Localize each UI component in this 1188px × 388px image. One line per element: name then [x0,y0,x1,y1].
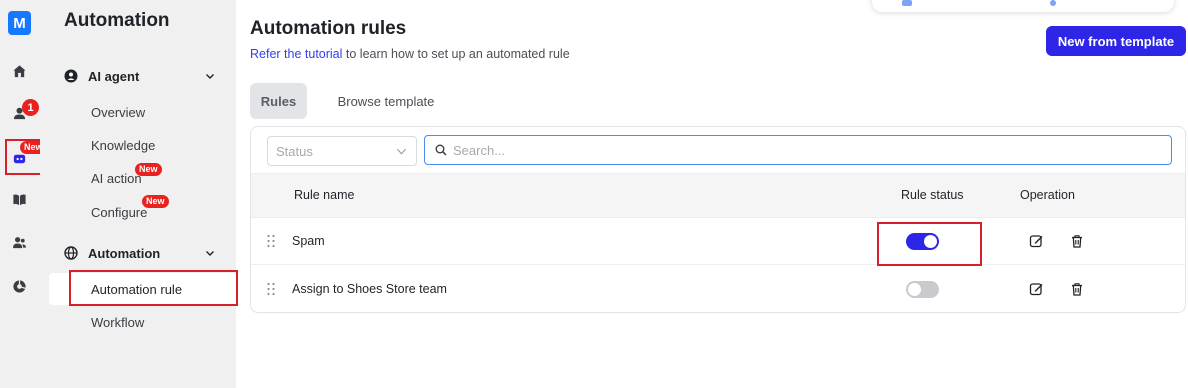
tutorial-link[interactable]: Refer the tutorial [250,47,342,61]
toolbar-icon [902,0,912,6]
table-header: Rule name Rule status Operation [251,173,1185,218]
drag-handle-icon[interactable] [266,234,276,248]
chevron-down-icon [206,74,214,79]
agent-icon [64,69,78,83]
globe-icon [64,246,78,260]
search-box[interactable] [424,135,1172,165]
drag-handle-icon[interactable] [266,282,276,296]
app-logo[interactable]: M [8,11,31,35]
nav-group-label: AI agent [88,68,140,84]
page-subtitle: Refer the tutorial to learn how to set u… [250,47,570,61]
delete-icon[interactable] [1069,281,1085,297]
chevron-down-icon [206,251,214,256]
analytics-icon[interactable] [11,278,28,295]
chevron-down-icon [397,148,406,155]
secondary-nav: Automation AI agent Overview Knowledge A… [40,0,238,388]
nav-title: Automation [64,10,170,31]
status-select[interactable]: Status [267,136,417,166]
edit-icon[interactable] [1028,233,1044,249]
table-row: Assign to Shoes Store team [251,266,1185,313]
column-header-rule-name: Rule name [294,188,355,202]
rule-status-toggle[interactable] [906,281,939,298]
nav-item-workflow[interactable]: Workflow [91,315,144,330]
highlight-box [877,222,982,266]
new-from-template-button[interactable]: New from template [1046,26,1186,56]
icon-rail: M 1 New [0,0,47,388]
new-badge: New [142,195,169,208]
delete-icon[interactable] [1069,233,1085,249]
search-input[interactable] [453,142,1133,158]
rule-name: Assign to Shoes Store team [292,282,447,296]
nav-item-overview[interactable]: Overview [91,105,145,120]
highlight-box [5,139,42,175]
highlight-box [69,270,238,306]
column-header-rule-status: Rule status [901,188,964,202]
nav-item-configure[interactable]: Configure [91,205,147,220]
new-badge: New [135,163,162,176]
nav-group-label: Automation [88,245,161,261]
users-icon[interactable] [11,234,28,251]
tab-browse-template[interactable]: Browse template [322,83,450,119]
edit-icon[interactable] [1028,281,1044,297]
search-icon [435,144,447,156]
column-header-operation: Operation [1020,188,1075,202]
floating-toolbar [872,0,1174,12]
status-placeholder: Status [276,143,313,159]
nav-group-ai-agent[interactable]: AI agent [64,66,214,86]
page-title: Automation rules [250,18,407,39]
book-icon[interactable] [11,191,28,208]
nav-item-ai-action[interactable]: AI action [91,171,142,186]
tab-rules[interactable]: Rules [250,83,307,119]
subtitle-text: to learn how to set up an automated rule [342,47,570,61]
nav-item-knowledge[interactable]: Knowledge [91,138,155,153]
toolbar-icon [1050,0,1056,6]
notification-badge: 1 [22,99,39,116]
rules-card: Status Rule name Rule status Operation S… [250,126,1186,313]
rule-name: Spam [292,234,325,248]
table-row: Spam [251,218,1185,265]
nav-group-automation[interactable]: Automation [64,243,214,263]
toggle-knob [908,283,921,296]
home-icon[interactable] [11,63,28,80]
